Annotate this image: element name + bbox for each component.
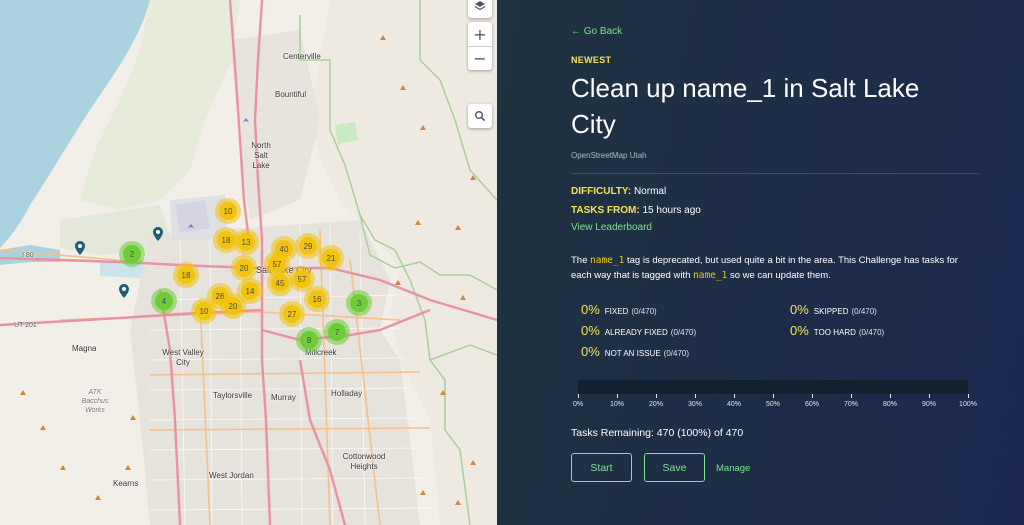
tasks-from-label: TASKS FROM: [571,205,640,216]
task-cluster[interactable]: 10 [215,198,241,224]
task-cluster[interactable]: 16 [304,286,330,312]
road-label-ut201: UT 201 [14,322,37,329]
task-cluster[interactable]: 27 [279,301,305,327]
place-label-atk-bacchus-works: ATK Bacchus Works [81,389,109,414]
tag-code: name_1 [693,270,728,281]
progress-tick-mark [656,394,657,398]
layers-icon[interactable] [468,0,492,18]
completion-progress-bar [578,380,968,394]
progress-tick-mark [617,394,618,398]
zoom-in-button[interactable]: + [468,22,492,46]
place-label-murray: Murray [271,393,296,402]
stat-not-an-issue: 0% NOT AN ISSUE (0/470) [581,344,690,359]
app-root: Centerville Bountiful North Salt Lake Sa… [0,0,1024,525]
progress-tick-label: 70% [843,401,859,408]
progress-tick-label: 90% [921,401,937,408]
place-label-magna: Magna [72,344,97,353]
view-leaderboard-link[interactable]: View Leaderboard [571,222,652,233]
place-label-taylorsville: Taylorsville [213,391,253,400]
task-cluster[interactable]: 2 [119,241,145,267]
tasks-from-row: TASKS FROM: 15 hours ago [571,205,701,216]
progress-tick-mark [695,394,696,398]
progress-tick-mark [968,394,969,398]
go-back-link[interactable]: ← Go Back [571,26,622,37]
task-cluster[interactable]: 18 [173,262,199,288]
progress-tick-label: 80% [882,401,898,408]
place-label-centerville: Centerville [283,52,321,61]
task-cluster[interactable]: 4 [151,288,177,314]
task-cluster[interactable]: 21 [318,245,344,271]
progress-tick-label: 60% [804,401,820,408]
difficulty-value: Normal [633,186,667,197]
progress-tick-mark [929,394,930,398]
progress-tick-label: 40% [726,401,742,408]
task-cluster[interactable]: 7 [324,319,350,345]
place-label-holladay: Holladay [331,389,363,398]
progress-tick-mark [578,394,579,398]
task-cluster[interactable]: 3 [346,290,372,316]
map-view[interactable]: Centerville Bountiful North Salt Lake Sa… [0,0,497,525]
progress-tick-label: 0% [572,401,584,408]
challenge-owner: OpenStreetMap Utah [571,151,647,160]
progress-tick-mark [812,394,813,398]
map-pin-icon[interactable] [153,227,163,241]
stat-already-fixed: 0% ALREADY FIXED (0/470) [581,323,697,338]
task-cluster[interactable]: 20 [231,255,257,281]
task-cluster[interactable]: 13 [233,229,259,255]
progress-tick-label: 50% [765,401,781,408]
task-cluster[interactable]: 10 [191,298,217,324]
stat-skipped: 0% SKIPPED (0/470) [790,302,877,317]
progress-tick-label: 100% [959,401,977,408]
search-icon[interactable] [468,104,492,128]
place-label-bountiful: Bountiful [275,90,307,99]
save-button[interactable]: Save [644,453,705,482]
tasks-remaining: Tasks Remaining: 470 (100%) of 470 [571,427,744,439]
difficulty-row: DIFFICULTY: Normal [571,186,666,197]
task-cluster[interactable]: 8 [296,327,322,353]
challenge-detail-panel: ← Go Back NEWEST Clean up name_1 in Salt… [497,0,1024,525]
zoom-control: + − [468,22,492,70]
task-cluster[interactable]: 29 [295,233,321,259]
start-button[interactable]: Start [571,453,632,482]
place-label-north-salt-lake: North Salt Lake [251,141,271,170]
progress-tick-label: 10% [609,401,625,408]
map-pin-icon[interactable] [75,241,85,255]
progress-tick-label: 20% [648,401,664,408]
map-pin-icon[interactable] [119,284,129,298]
road-label-i80: I 80 [22,252,34,259]
progress-tick-mark [890,394,891,398]
divider [571,173,979,174]
stat-too-hard: 0% TOO HARD (0/470) [790,323,885,338]
manage-link[interactable]: Manage [716,463,750,474]
stat-fixed: 0% FIXED (0/470) [581,302,657,317]
progress-tick-mark [851,394,852,398]
task-cluster[interactable]: 20 [220,293,246,319]
newest-badge: NEWEST [571,55,612,65]
tasks-from-value: 15 hours ago [642,205,701,216]
challenge-title: Clean up name_1 in Salt Lake City [571,73,920,139]
zoom-out-button[interactable]: − [468,46,492,70]
place-label-west-jordan: West Jordan [209,471,254,480]
place-label-cottonwood-heights: Cottonwood Heights [342,452,386,471]
place-label-kearns: Kearns [113,479,139,488]
challenge-description: The name_1 tag is deprecated, but used q… [571,255,958,281]
progress-tick-mark [734,394,735,398]
place-label-west-valley-city: West Valley City [162,348,204,367]
progress-tick-label: 30% [687,401,703,408]
progress-tick-mark [773,394,774,398]
tag-code: name_1 [590,255,625,266]
difficulty-label: DIFFICULTY: [571,186,632,197]
